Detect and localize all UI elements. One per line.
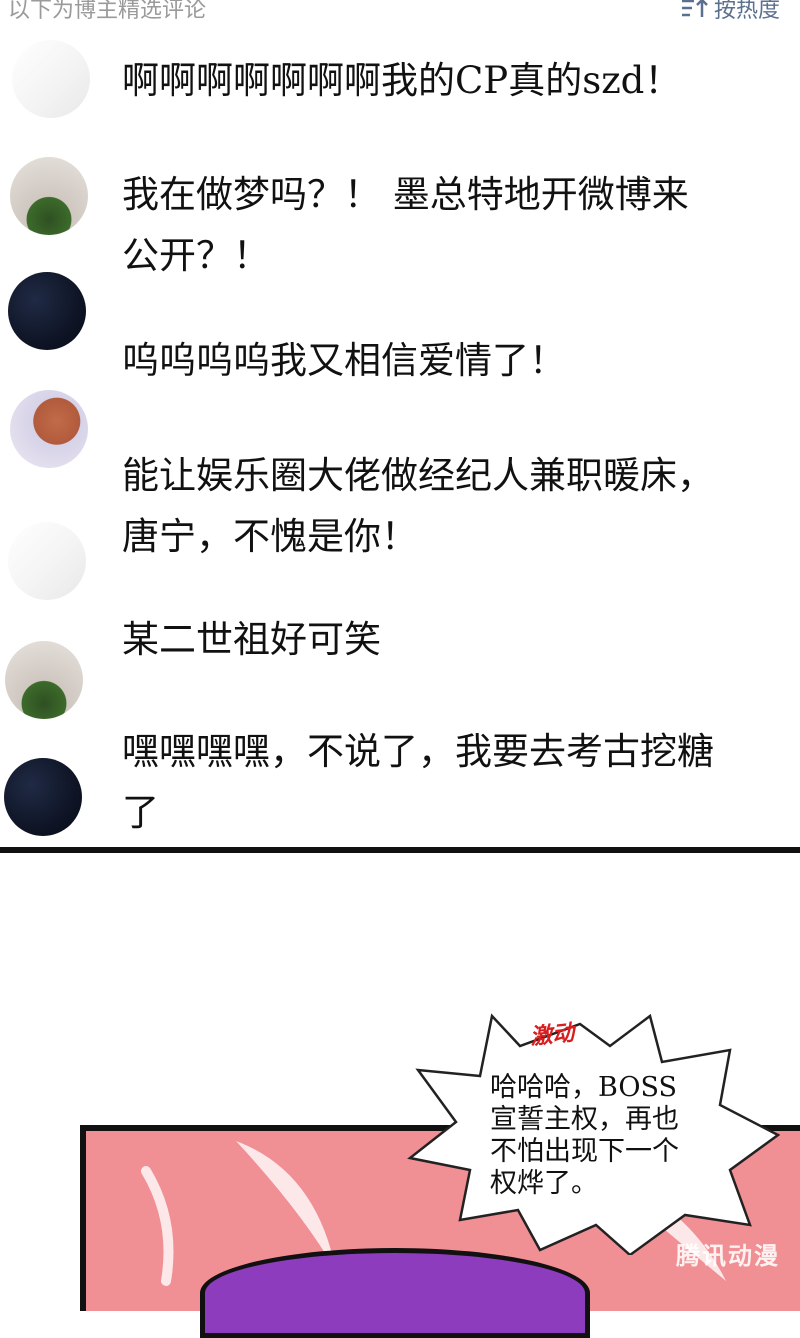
comment-text: 呜呜呜呜我又相信爱情了！ [122, 339, 566, 382]
character-hair [200, 1248, 590, 1338]
sort-label: 按热度 [713, 0, 780, 23]
watermelon-avatar-icon[interactable] [10, 157, 88, 235]
sort-icon [681, 0, 708, 17]
comment-text: 某二世祖好可笑 [122, 618, 381, 661]
sort-by-hot-button[interactable]: 按热度 [680, 0, 780, 24]
night-sky-avatar-icon[interactable] [4, 758, 82, 836]
comment-text: 能让娱乐圈大佬做经纪人兼职暖床， 唐宁，不愧是你！ [122, 454, 714, 558]
sfx-label: 激动 [529, 1020, 576, 1051]
person-avatar-icon[interactable] [8, 522, 86, 600]
comment-text: 嘿嘿嘿嘿，不说了，我要去考古挖糖 了 [122, 730, 714, 834]
speech-bubble-text: 哈哈哈，BOSS 宣誓主权，再也 不怕出现下一个 权烨了。 [490, 1072, 679, 1199]
featured-comments-label: 以下为博主精选评论 [8, 0, 207, 23]
comment-text: 啊啊啊啊啊啊啊我的CP真的szd！ [122, 59, 682, 102]
comment-text: 我在做梦吗？！ 墨总特地开微博来 公开？！ [122, 173, 689, 277]
section-divider [0, 847, 800, 853]
person-avatar-icon[interactable] [12, 40, 90, 118]
watermelon-avatar-icon[interactable] [5, 641, 83, 719]
comments-header: 以下为博主精选评论 按热度 [0, 0, 800, 30]
watermark-logo: 腾讯动漫 [676, 1242, 780, 1270]
night-sky-avatar-icon[interactable] [8, 272, 86, 350]
food-avatar-icon[interactable] [10, 390, 88, 468]
